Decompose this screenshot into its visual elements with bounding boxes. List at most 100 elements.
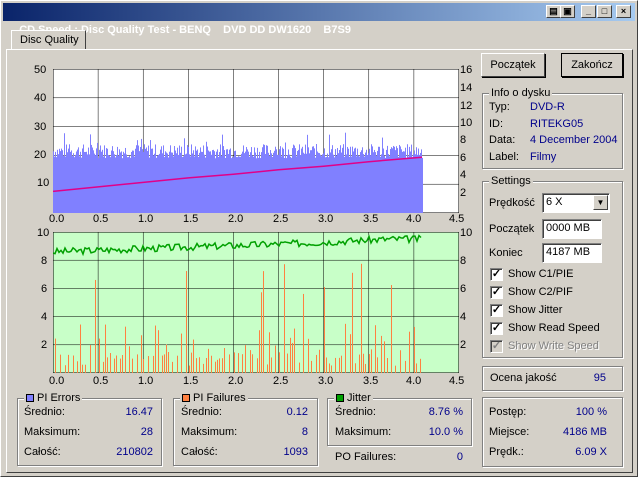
- title-bar: CD Speed : Disc Quality Test - BENQ DVD …: [3, 3, 635, 36]
- pi-error-bar: [86, 151, 87, 213]
- show-jitter-checkbox[interactable]: ✓: [490, 304, 503, 317]
- y-tick: 2: [41, 339, 48, 351]
- pi-error-bar: [403, 151, 404, 213]
- pi-error-bar: [95, 155, 96, 213]
- pi-error-bar: [313, 146, 314, 213]
- pi-error-bar: [157, 155, 158, 213]
- main-window: CD Speed : Disc Quality Test - BENQ DVD …: [0, 0, 638, 477]
- pi-error-bar: [265, 153, 266, 213]
- pi-failure-bar: [242, 354, 243, 373]
- pi-error-bar: [222, 134, 223, 213]
- pi-failure-bar: [269, 332, 270, 373]
- pi-error-bar: [154, 153, 155, 213]
- pi-error-bar: [119, 149, 120, 213]
- show-read-speed-checkbox[interactable]: ✓: [490, 322, 503, 335]
- pi-error-bar: [243, 145, 244, 213]
- pi-error-bar: [210, 151, 211, 213]
- save-icon[interactable]: ▣: [560, 5, 575, 18]
- pi-error-bar: [201, 151, 202, 213]
- pi-failure-bar: [414, 326, 415, 373]
- pi-error-bar: [83, 144, 84, 213]
- pi-failure-bar: [206, 357, 207, 373]
- pi-error-bar: [356, 156, 357, 213]
- pi-error-bar: [405, 147, 406, 213]
- pi-failure-bar: [381, 335, 382, 373]
- x-tick: 1.0: [138, 213, 154, 225]
- pi-error-bar: [111, 150, 112, 213]
- pi-failure-bar: [90, 345, 91, 373]
- speed-select[interactable]: 6 X ▼: [542, 193, 610, 213]
- x-tick: 1.5: [183, 213, 199, 225]
- pi-error-bar: [162, 153, 163, 213]
- y2-tick: 6: [460, 283, 467, 295]
- pi-failure-bar: [299, 362, 300, 373]
- show-c2-checkbox[interactable]: ✓: [490, 286, 503, 299]
- pi-error-bar: [221, 155, 222, 213]
- pi-error-bar: [329, 134, 330, 213]
- pi-error-bar: [165, 151, 166, 213]
- pi-failure-bar: [137, 354, 138, 373]
- minimize-icon[interactable]: _: [581, 5, 596, 18]
- pi-error-bar: [245, 151, 246, 213]
- pi-error-bar: [121, 151, 122, 213]
- y2-tick: 14: [460, 82, 473, 94]
- pi-error-bar: [171, 152, 172, 213]
- x-tick: 1.0: [138, 375, 154, 387]
- maximize-icon[interactable]: □: [597, 5, 612, 18]
- pi-error-bar: [371, 144, 372, 213]
- pi-failure-bar: [316, 354, 317, 373]
- pi-error-bar: [232, 156, 233, 213]
- pi-error-bar: [421, 149, 422, 213]
- pi-error-bar: [304, 153, 305, 213]
- pi-failure-bar: [224, 348, 225, 373]
- pi-error-bar: [257, 147, 258, 213]
- tab-disc-quality[interactable]: Disc Quality: [11, 30, 86, 50]
- pi-error-bar: [376, 155, 377, 213]
- pi-error-bar: [217, 149, 218, 213]
- pi-error-bar: [155, 144, 156, 213]
- pi-error-bar: [290, 156, 291, 213]
- pi-error-bar: [122, 158, 123, 213]
- pi-error-bar: [183, 156, 184, 213]
- pi-error-bar: [213, 149, 214, 213]
- pi-error-bar: [341, 152, 342, 213]
- help-icon[interactable]: ▤: [546, 5, 561, 18]
- start-button[interactable]: Początek: [481, 53, 545, 77]
- progress-value: 100 %: [575, 406, 607, 418]
- pi-failure-bar: [326, 357, 327, 373]
- y-tick: 40: [34, 92, 47, 104]
- pi-failure-bar: [400, 350, 401, 373]
- pi-failure-bar: [132, 358, 133, 373]
- pi-error-bar: [305, 144, 306, 213]
- pi-failure-bar: [324, 287, 325, 373]
- pi-error-bar: [369, 148, 370, 213]
- pi-error-bar: [422, 157, 423, 213]
- pi-failure-bar: [290, 337, 291, 373]
- pi-error-bar: [384, 155, 385, 213]
- show-c1-checkbox[interactable]: ✓: [490, 268, 503, 281]
- pi-failures-total-value: 1093: [283, 446, 308, 458]
- show-write-speed-checkbox[interactable]: ✓: [490, 340, 503, 353]
- pi-error-bar: [258, 157, 259, 213]
- pi-failure-bar: [352, 272, 353, 373]
- end-button[interactable]: Zakończ: [561, 53, 623, 77]
- pi-failure-bar: [155, 325, 156, 373]
- close-icon[interactable]: ×: [616, 5, 631, 18]
- pi-error-bar: [264, 144, 265, 213]
- start-pos-input[interactable]: 0000 MB: [542, 219, 602, 239]
- pi-failure-bar: [80, 324, 81, 373]
- end-pos-input[interactable]: 4187 MB: [542, 243, 602, 263]
- start-pos-label: Początek: [489, 223, 535, 235]
- pi-failure-bar: [409, 331, 410, 373]
- chevron-down-icon[interactable]: ▼: [593, 195, 608, 210]
- y2-tick: 12: [460, 100, 473, 112]
- pi-failures-avg-value: 0.12: [286, 406, 308, 418]
- pi-error-bar: [402, 151, 403, 213]
- pi-error-bar: [314, 148, 315, 213]
- pi-failure-bar: [365, 363, 366, 373]
- pi-error-bar: [311, 150, 312, 213]
- pi-error-bar: [400, 146, 401, 213]
- pi-error-bar: [156, 157, 157, 213]
- pi-error-bar: [159, 153, 160, 213]
- x-tick: 2.0: [228, 213, 244, 225]
